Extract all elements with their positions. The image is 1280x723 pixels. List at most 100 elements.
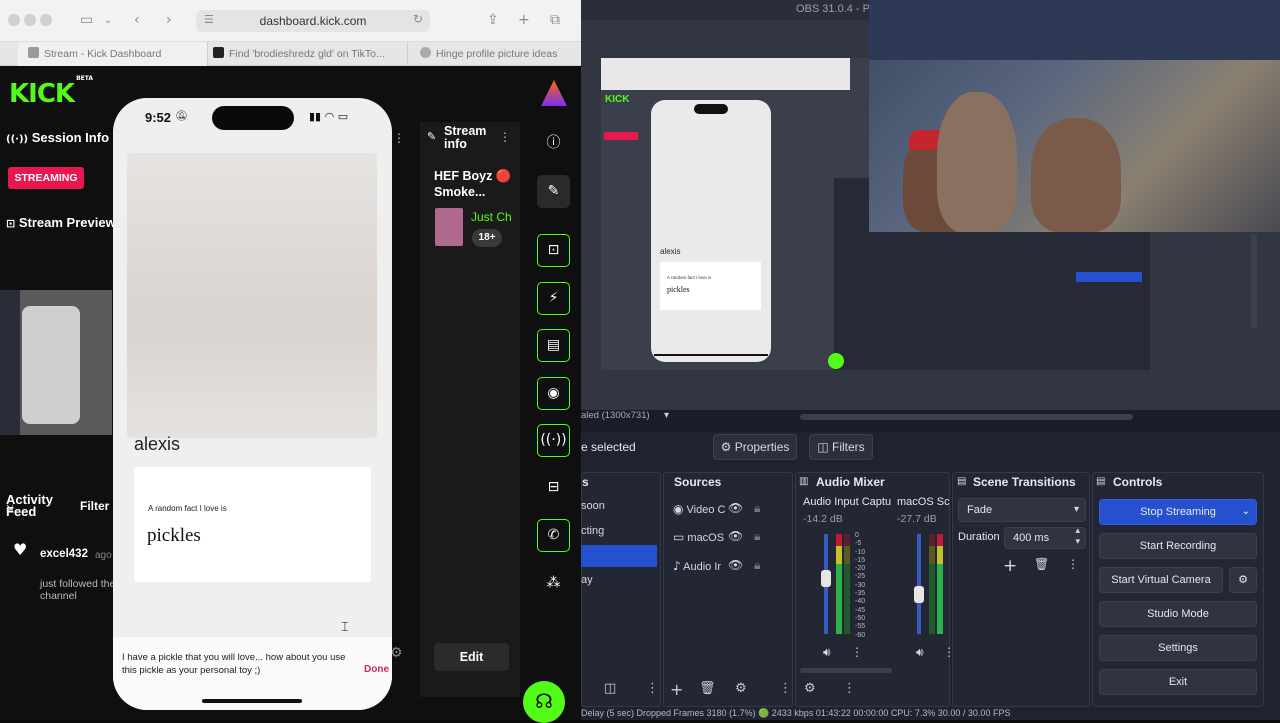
- zoom-window-button[interactable]: [40, 14, 52, 26]
- add-transition-icon[interactable]: +: [1003, 556, 1017, 576]
- address-bar[interactable]: dashboard.kick.com: [196, 10, 430, 32]
- visibility-eye-icon[interactable]: 👁︎: [728, 501, 743, 515]
- minimize-window-button[interactable]: [24, 14, 36, 26]
- lock-icon[interactable]: 🔒︎: [754, 501, 760, 516]
- meter-scale-tick: -55: [855, 623, 866, 631]
- more-options-icon[interactable]: ⋮: [646, 681, 659, 696]
- more-options-icon[interactable]: ⋮: [843, 681, 856, 696]
- stream-preview-toggle-icon[interactable]: ⊡: [537, 234, 570, 267]
- more-options-icon[interactable]: ⋮: [851, 645, 863, 659]
- url-text: dashboard.kick.com: [259, 14, 367, 28]
- preview-scale-label[interactable]: aled (1300x731): [581, 410, 650, 421]
- scene-item[interactable]: cting: [581, 525, 604, 537]
- chat-icon[interactable]: ◉: [537, 377, 570, 410]
- new-tab-icon[interactable]: +: [518, 12, 530, 28]
- add-source-icon[interactable]: +: [670, 680, 683, 699]
- back-icon[interactable]: ‹: [134, 12, 140, 28]
- session-info-header: ((·)) Session Info: [6, 130, 110, 145]
- kick-logo[interactable]: KICKBETA: [9, 75, 93, 109]
- category-thumbnail[interactable]: [435, 208, 463, 246]
- preview-scrollbar[interactable]: [800, 414, 1133, 420]
- stream-preview-thumbnail[interactable]: [0, 290, 112, 435]
- mixer-scrollbar[interactable]: [800, 668, 892, 673]
- virtual-camera-settings-icon[interactable]: ⚙: [1229, 567, 1257, 593]
- source-properties-icon[interactable]: ⚙: [735, 681, 747, 696]
- start-recording-button[interactable]: Start Recording: [1099, 533, 1257, 559]
- broadcast-toggle-icon[interactable]: ((·)): [537, 424, 570, 457]
- tools-wrench-icon[interactable]: ✆: [537, 519, 570, 552]
- volume-fader-handle[interactable]: [821, 570, 831, 587]
- category-name[interactable]: Just Ch: [471, 210, 512, 224]
- reload-icon[interactable]: ↻: [413, 12, 423, 26]
- info-icon[interactable]: ⓘ: [537, 128, 570, 158]
- edit-pencil-icon[interactable]: ✎: [537, 175, 570, 208]
- tab-overview-icon[interactable]: ⧉: [550, 12, 560, 28]
- meter-scale-tick: -5: [855, 540, 862, 548]
- volume-fader-handle[interactable]: [914, 586, 924, 603]
- properties-button[interactable]: ⚙ Properties: [713, 434, 797, 460]
- layout-icon[interactable]: ⊟: [537, 472, 570, 502]
- forward-icon[interactable]: ›: [166, 12, 172, 28]
- done-button[interactable]: Done: [364, 664, 389, 675]
- reply-input[interactable]: I have a pickle that you will love... ho…: [122, 651, 347, 677]
- prompt-question: A random fact I love is: [148, 504, 227, 513]
- session-more-icon[interactable]: ⋮: [393, 131, 405, 145]
- filters-button[interactable]: ◫ Filters: [809, 434, 873, 460]
- lock-icon[interactable]: 🔒︎: [754, 558, 760, 573]
- settings-button[interactable]: Settings: [1099, 635, 1257, 661]
- speaker-icon[interactable]: 🔊︎: [823, 645, 831, 660]
- site-settings-icon[interactable]: ☰: [204, 13, 214, 26]
- transition-select[interactable]: Fade ▾: [958, 498, 1086, 522]
- chevron-down-icon[interactable]: ⌄: [104, 15, 112, 26]
- visibility-eye-icon[interactable]: 👁︎: [728, 558, 743, 572]
- filter-button[interactable]: Filter: [80, 499, 109, 513]
- filter-icon: ◫: [817, 440, 829, 454]
- scene-filter-icon[interactable]: ◫: [604, 681, 616, 696]
- lock-icon[interactable]: 🔒︎: [754, 529, 760, 544]
- prompt-card[interactable]: A random fact I love is pickles: [134, 467, 371, 582]
- studio-mode-button[interactable]: Studio Mode: [1099, 601, 1257, 627]
- mixer-icon: ▥: [799, 476, 809, 487]
- notes-icon[interactable]: ▤: [537, 329, 570, 362]
- start-virtual-camera-button[interactable]: Start Virtual Camera: [1099, 567, 1223, 593]
- trash-icon[interactable]: 🗑︎: [1034, 557, 1049, 571]
- stepper-icon[interactable]: ▴ ▾: [1075, 526, 1080, 548]
- remove-source-icon[interactable]: 🗑︎: [699, 681, 716, 696]
- support-headset-icon[interactable]: ☊: [523, 681, 565, 723]
- mixer-settings-icon[interactable]: ⚙: [804, 681, 816, 696]
- scene-item-selected[interactable]: [581, 545, 657, 567]
- source-row-audio[interactable]: ♪ Audio Ir: [673, 559, 721, 573]
- microphone-icon: ♪: [673, 559, 681, 573]
- nested-phone: [651, 100, 771, 362]
- exit-button[interactable]: Exit: [1099, 669, 1257, 695]
- preview-vertical-scrollbar[interactable]: [1251, 234, 1257, 329]
- source-row-video[interactable]: ◉ Video C: [673, 502, 725, 516]
- scene-item[interactable]: ay: [581, 574, 593, 586]
- integrations-icon[interactable]: ⁂: [537, 568, 570, 598]
- close-window-button[interactable]: [8, 14, 20, 26]
- tab-tiktok[interactable]: Find 'brodieshredz gld' on TikTo...: [203, 42, 408, 66]
- source-row-macos[interactable]: ▭ macOS: [673, 530, 724, 544]
- scene-item[interactable]: soon: [581, 500, 605, 512]
- edit-stream-info-button[interactable]: Edit: [434, 643, 509, 671]
- stream-info-more-icon[interactable]: ⋮: [499, 130, 511, 144]
- tab-hinge[interactable]: Hinge profile picture ideas: [410, 42, 581, 66]
- scale-dropdown-icon[interactable]: ▾: [664, 410, 669, 421]
- stop-streaming-button[interactable]: Stop Streaming ⌄: [1099, 499, 1257, 525]
- more-options-icon[interactable]: ⋮: [1067, 557, 1079, 571]
- lightning-icon[interactable]: ⚡: [537, 282, 570, 315]
- profile-photo[interactable]: [127, 153, 377, 438]
- stream-title: HEF Boyz 🔴 Smoke...: [434, 169, 512, 199]
- wrench-icon: ✎: [427, 130, 437, 143]
- share-icon[interactable]: ⇪: [487, 12, 499, 28]
- volume-fader[interactable]: [917, 534, 921, 634]
- sidebar-toggle-icon[interactable]: ▭: [80, 12, 93, 28]
- stream-preview-header: ⊡ Stream Preview: [6, 215, 116, 230]
- tab-kick-dashboard[interactable]: Stream - Kick Dashboard: [18, 42, 208, 66]
- speaker-icon[interactable]: 🔊︎: [916, 645, 924, 660]
- meter-scale-tick: 0: [855, 532, 859, 539]
- more-options-icon[interactable]: ⋮: [779, 681, 792, 696]
- activity-username[interactable]: excel432: [40, 548, 88, 560]
- visibility-eye-icon[interactable]: 👁︎: [728, 529, 743, 543]
- duration-input[interactable]: 400 ms ▴ ▾: [1004, 526, 1086, 549]
